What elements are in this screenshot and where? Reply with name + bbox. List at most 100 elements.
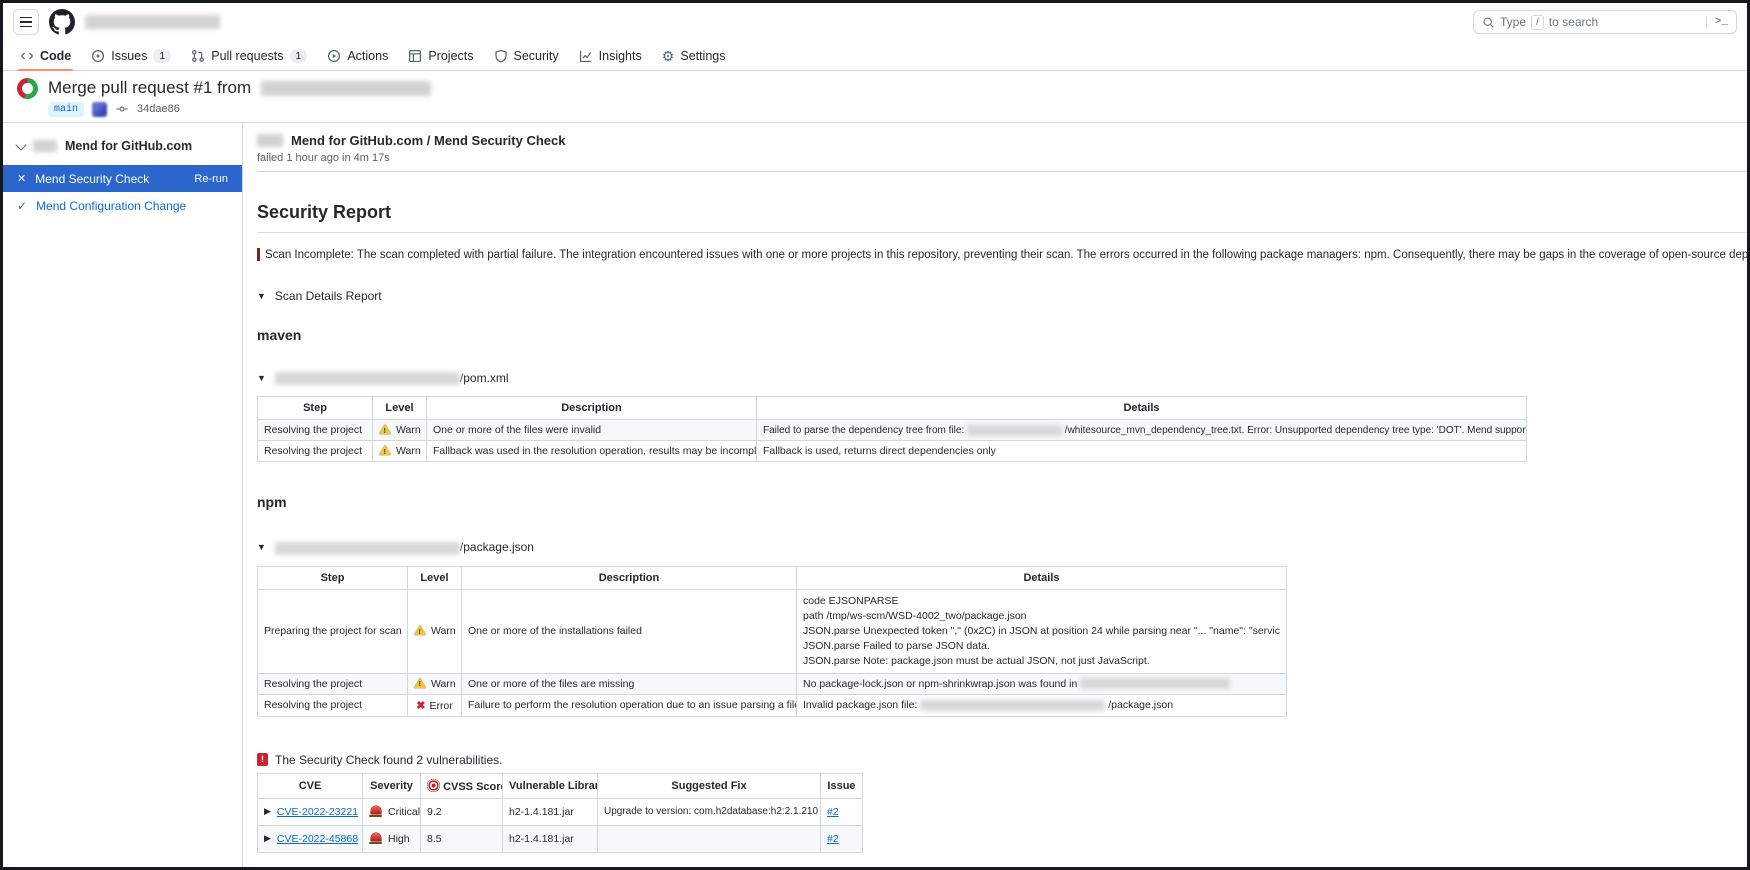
cve-link[interactable]: CVE-2022-45868 xyxy=(277,833,358,845)
level-cell: Warn xyxy=(373,420,427,441)
suggested-fix-cell: Upgrade to version: com.h2database:h2:2.… xyxy=(598,798,821,825)
repo-name-redacted xyxy=(85,15,220,29)
github-checks-window: Type / to search Code Issues 1 Pull requ… xyxy=(0,0,1750,870)
rerun-button[interactable]: Re-run xyxy=(194,173,228,185)
col-description: Description xyxy=(427,397,757,420)
expand-row-icon[interactable] xyxy=(264,833,271,844)
pull-requests-count-badge: 1 xyxy=(290,49,308,63)
details-cell: Fallback is used, returns direct depende… xyxy=(757,441,1527,462)
tab-label: Pull requests xyxy=(211,49,283,63)
tab-pull-requests[interactable]: Pull requests 1 xyxy=(182,41,316,70)
pr-source-branch-redacted xyxy=(261,81,431,96)
tab-security[interactable]: Security xyxy=(485,41,568,70)
level-cell: Warn xyxy=(408,589,462,673)
tab-projects[interactable]: Projects xyxy=(399,41,482,70)
scan-details-report-toggle[interactable]: Scan Details Report xyxy=(257,289,1747,303)
actions-icon xyxy=(327,49,341,63)
table-header-row: Step Level Description Details xyxy=(258,397,1527,420)
path-redacted xyxy=(920,700,1105,711)
tab-issues[interactable]: Issues 1 xyxy=(82,41,180,70)
level-cell: Warn xyxy=(373,441,427,462)
tab-code[interactable]: Code xyxy=(11,41,80,70)
code-icon xyxy=(20,49,34,63)
description-cell: Fallback was used in the resolution oper… xyxy=(427,441,757,462)
description-cell: One or more of the files were invalid xyxy=(427,420,757,441)
package-json-toggle[interactable]: /package.json xyxy=(257,540,1747,554)
col-step: Step xyxy=(258,566,408,589)
tab-label: Settings xyxy=(680,49,725,63)
branch-badge[interactable]: main xyxy=(48,102,84,117)
table-row: Resolving the project Warn One or more o… xyxy=(258,673,1287,694)
table-row: CVE-2022-45868 High 8.5 h2-1.4.181.jar #… xyxy=(258,825,863,852)
sidebar-item-mend-security-check[interactable]: Mend Security Check Re-run xyxy=(3,165,242,192)
sidebar-group-mend[interactable]: Mend for GitHub.com xyxy=(3,129,242,165)
tab-insights[interactable]: Insights xyxy=(570,41,651,70)
tab-actions[interactable]: Actions xyxy=(318,41,397,70)
pr-header: Merge pull request #1 from main 34dae86 xyxy=(3,71,1747,122)
siren-icon xyxy=(369,833,382,844)
col-cve: CVE xyxy=(258,773,363,798)
details-cell: Failed to parse the dependency tree from… xyxy=(757,420,1527,441)
tab-label: Security xyxy=(514,49,559,63)
issue-link[interactable]: #2 xyxy=(827,806,839,818)
tab-label: Issues xyxy=(111,49,147,63)
col-level: Level xyxy=(408,566,462,589)
pr-title: Merge pull request #1 from xyxy=(48,78,251,98)
chevron-down-icon xyxy=(15,139,26,150)
warning-bar-icon xyxy=(257,248,260,261)
cve-link[interactable]: CVE-2022-23221 xyxy=(277,806,358,818)
sidebar-item-mend-configuration-change[interactable]: Mend Configuration Change xyxy=(3,192,242,219)
issue-cell: #2 xyxy=(821,798,863,825)
issue-icon xyxy=(91,49,105,63)
table-row: Resolving the project Warn Fallback was … xyxy=(258,441,1527,462)
search-input[interactable]: Type / to search xyxy=(1473,10,1737,34)
run-status-line: failed 1 hour ago in 4m 17s xyxy=(257,152,1747,164)
vulnerabilities-table: CVE Severity CVSS Score Vulnerable Libra… xyxy=(257,773,863,853)
col-details: Details xyxy=(797,566,1287,589)
app-avatar-redacted xyxy=(33,140,57,152)
col-severity: Severity xyxy=(363,773,421,798)
sidebar-item-label: Mend Security Check xyxy=(35,172,149,186)
triangle-down-icon xyxy=(257,291,266,301)
scan-warning-text: Scan Incomplete: The scan completed with… xyxy=(265,249,1747,261)
avatar[interactable] xyxy=(92,102,107,117)
issues-count-badge: 1 xyxy=(153,49,171,63)
description-cell: Failure to perform the resolution operat… xyxy=(462,694,797,716)
vulnerable-library-cell: h2-1.4.181.jar xyxy=(503,825,598,852)
tab-label: Projects xyxy=(428,49,473,63)
path-redacted xyxy=(1080,678,1230,689)
expand-row-icon[interactable] xyxy=(264,806,271,817)
issue-link[interactable]: #2 xyxy=(827,833,839,845)
triangle-down-icon xyxy=(257,542,266,552)
maven-section-heading: maven xyxy=(257,327,1747,343)
cvss-score-cell: 9.2 xyxy=(421,798,503,825)
step-cell: Resolving the project xyxy=(258,694,408,716)
description-cell: One or more of the installations failed xyxy=(462,589,797,673)
table-row: Resolving the project Warn One or more o… xyxy=(258,420,1527,441)
command-palette-icon[interactable] xyxy=(1706,16,1728,28)
level-cell: Warn xyxy=(408,673,462,694)
hamburger-menu-button[interactable] xyxy=(13,9,39,35)
details-cell: No package-lock.json or npm-shrinkwrap.j… xyxy=(797,673,1287,694)
tab-label: Code xyxy=(40,49,71,63)
commit-sha[interactable]: 34dae86 xyxy=(137,103,180,115)
issue-cell: #2 xyxy=(821,825,863,852)
security-report-title: Security Report xyxy=(257,202,1747,233)
cvss-score-cell: 8.5 xyxy=(421,825,503,852)
step-cell: Preparing the project for scan xyxy=(258,589,408,673)
severity-cell: Critical xyxy=(363,798,421,825)
file-name: /package.json xyxy=(460,540,534,554)
gear-icon xyxy=(662,49,675,63)
table-header-row: Step Level Description Details xyxy=(258,566,1287,589)
suggested-fix-cell xyxy=(598,825,821,852)
col-description: Description xyxy=(462,566,797,589)
github-logo-icon[interactable] xyxy=(49,9,75,35)
tab-settings[interactable]: Settings xyxy=(653,41,735,70)
check-run-main: Mend for GitHub.com / Mend Security Chec… xyxy=(243,123,1747,867)
run-avatar-redacted xyxy=(257,134,283,147)
level-cell: Error xyxy=(408,694,462,716)
pom-xml-toggle[interactable]: /pom.xml xyxy=(257,371,1747,385)
sidebar-group-label: Mend for GitHub.com xyxy=(65,139,192,153)
run-header: Mend for GitHub.com / Mend Security Chec… xyxy=(257,123,1747,172)
slash-key-hint: / xyxy=(1531,15,1544,30)
